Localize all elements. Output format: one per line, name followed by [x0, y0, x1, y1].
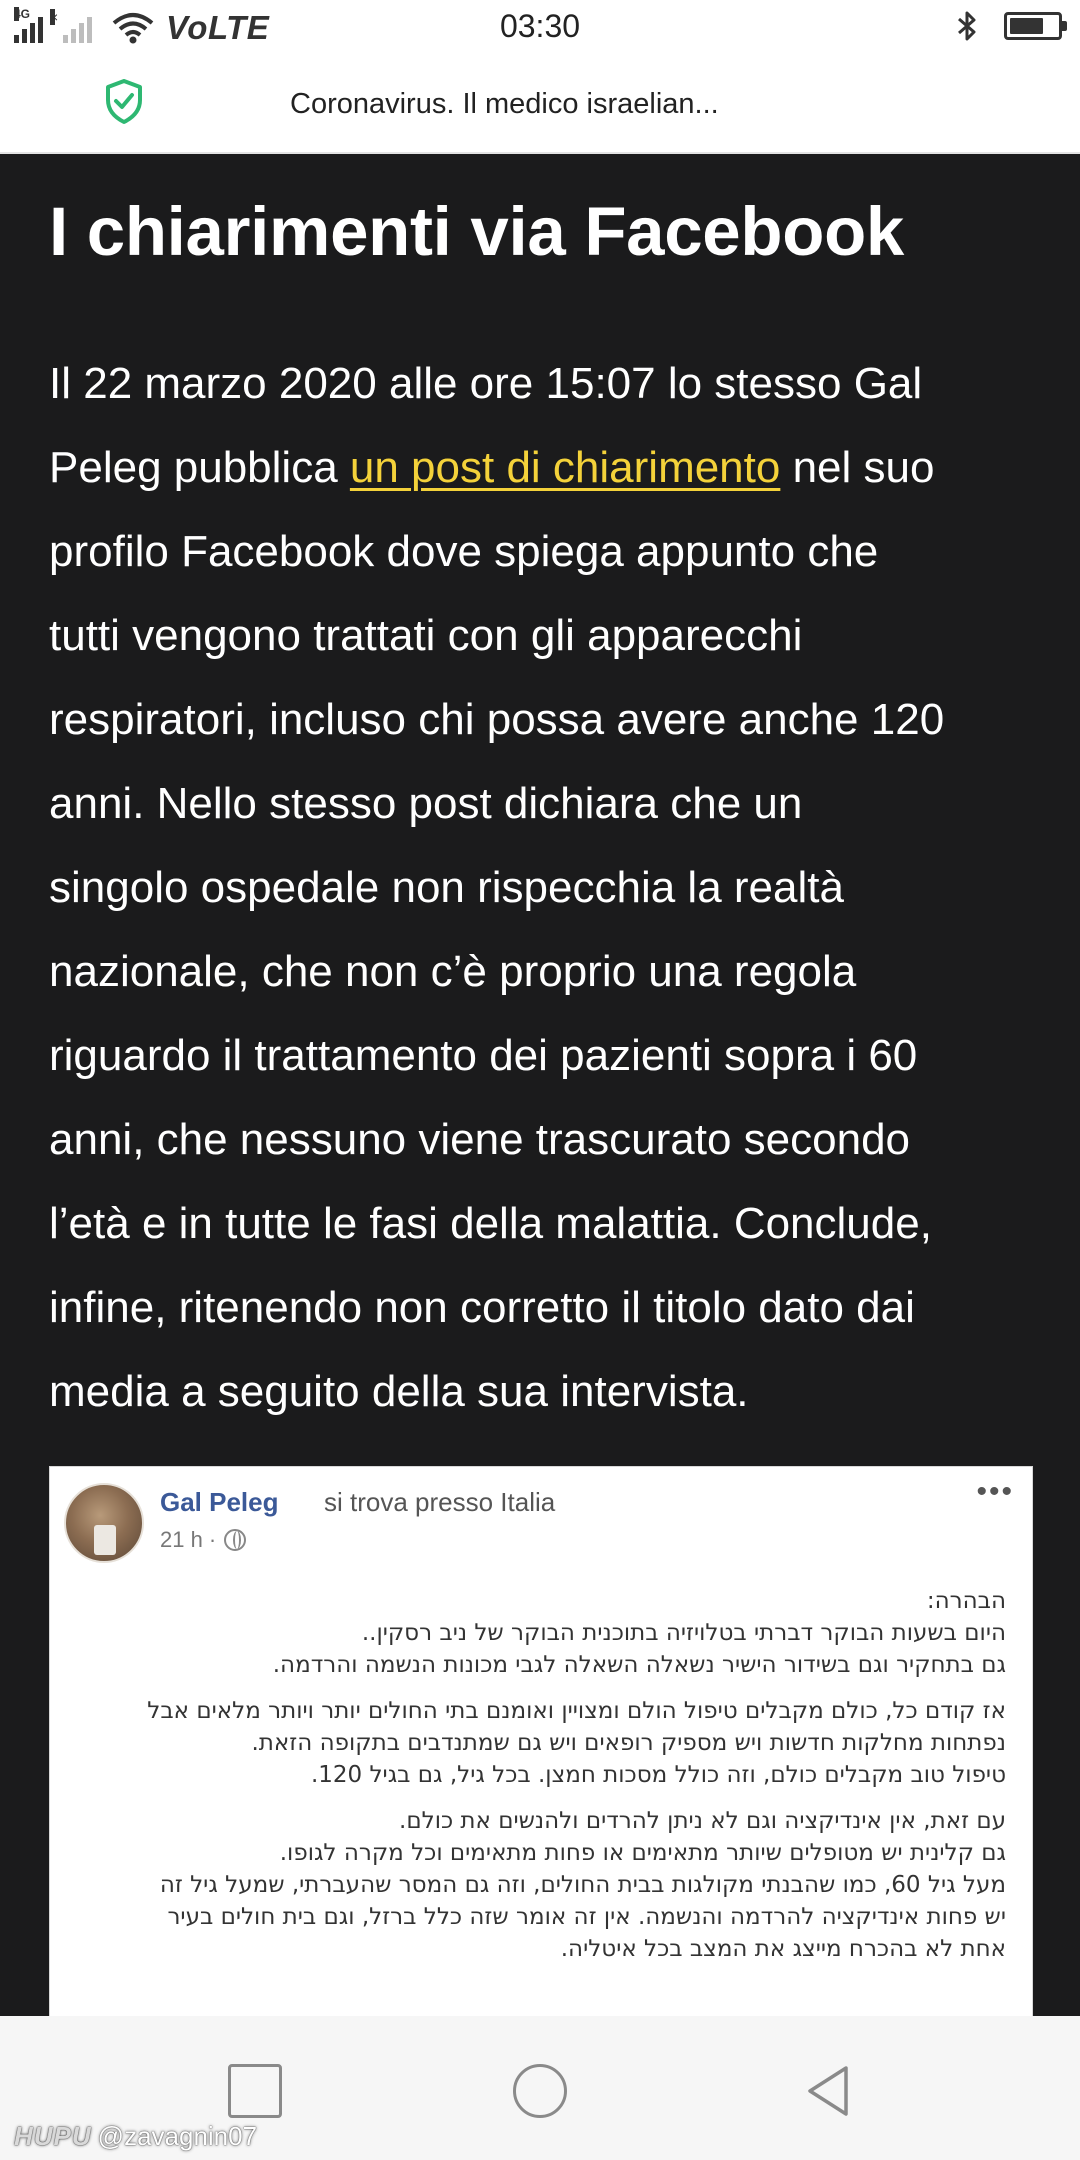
globe-icon [224, 1529, 247, 1551]
avatar [64, 1483, 144, 1563]
post-line: יש פחות אינדיקציה להרדמה והנשמה. אין זה … [167, 1904, 1006, 1930]
post-timestamp: 21 h · [160, 1527, 247, 1553]
paragraph-line: Peleg pubblica un post di chiarimento ne… [49, 426, 1049, 510]
paragraph-line: Il 22 marzo 2020 alle ore 15:07 lo stess… [49, 359, 923, 408]
post-line: גם בתחקיר וגם בשידור הישיר נשאלה השאלה ל… [272, 1652, 1006, 1678]
post-line: גם קלינית יש מטופלים שיותר מתאימים או פח… [279, 1840, 1006, 1866]
post-line: נפתחות מחלקות חדשות ויש מספיק רופאים ויש… [251, 1730, 1007, 1756]
status-icons-right [956, 10, 1067, 42]
battery-level [1010, 18, 1043, 34]
post-line: היום בשעות הבוקר דברתי בטלויזיה בתוכנית … [361, 1620, 1006, 1646]
article-content: I chiarimenti via Facebook Il 22 marzo 2… [0, 154, 1080, 2016]
post-line: מעל גיל 60, כמו שהבנתי מקולגות בבית החול… [159, 1872, 1006, 1898]
status-time: 03:30 [499, 8, 581, 44]
paragraph-line: nazionale, che non c’è proprio una regol… [49, 947, 857, 996]
browser-address-bar[interactable]: Coronavirus. Il medico israelian... [0, 56, 1080, 154]
line-text: Peleg pubblica [49, 443, 350, 492]
post-body: הבהרה: היום בשעות הבוקר דברתי בטלויזיה ב… [66, 1585, 1006, 1979]
back-button[interactable] [802, 2064, 856, 2118]
watermark-handle: @zavagnin07 [97, 2121, 258, 2151]
recent-apps-button[interactable] [228, 2064, 282, 2118]
paragraph-line: infine, ritenendo non corretto il titolo… [49, 1283, 915, 1332]
status-bar: 4G × VoLTE 03:30 [0, 0, 1080, 56]
post-line: אחת לא בהכרח מייצג את המצב בכל איטליה. [560, 1936, 1006, 1962]
post-location: si trova presso Italia [324, 1487, 556, 1517]
home-button[interactable] [513, 2064, 567, 2118]
post-paragraph: עם זאת, אין אינדיקציה וגם לא ניתן להרדים… [66, 1805, 1006, 1965]
post-line: טיפול טוב מקבלים כולם, וזה כולל מסכות חמ… [310, 1762, 1006, 1788]
watermark-logo: HUPU [14, 2121, 92, 2151]
bluetooth-icon [958, 11, 976, 41]
post-author: Gal Peleg [160, 1487, 279, 1517]
post-line: עם זאת, אין אינדיקציה וגם לא ניתן להרדים… [399, 1808, 1006, 1834]
secure-shield-icon[interactable] [104, 78, 144, 126]
more-options-icon: ••• [976, 1475, 1014, 1508]
post-line: אז קודם כל, כולם מקבלים טיפול הולם ומצוי… [147, 1698, 1006, 1724]
post-line: הבהרה: [926, 1588, 1006, 1614]
paragraph-line: profilo Facebook dove spiega appunto che [49, 527, 879, 576]
line-text: nel suo [780, 443, 935, 492]
battery-icon [1004, 12, 1067, 40]
paragraph-line: singolo ospedale non rispecchia la realt… [49, 863, 844, 912]
paragraph-line: anni. Nello stesso post dichiara che un [49, 779, 803, 828]
paragraph-line: anni, che nessuno viene trascurato secon… [49, 1115, 911, 1164]
page-title[interactable]: Coronavirus. Il medico israelian... [290, 88, 719, 121]
clarification-post-link[interactable]: un post di chiarimento [350, 443, 780, 492]
watermark: HUPU @zavagnin07 [14, 2121, 257, 2152]
post-paragraph: הבהרה: היום בשעות הבוקר דברתי בטלויזיה ב… [66, 1585, 1006, 1681]
post-time: 21 h · [160, 1527, 217, 1552]
post-paragraph: אז קודם כל, כולם מקבלים טיפול הולם ומצוי… [66, 1695, 1006, 1791]
article-heading: I chiarimenti via Facebook [49, 193, 905, 270]
paragraph-line: respiratori, incluso chi possa avere anc… [49, 695, 945, 744]
paragraph-line: tutti vengono trattati con gli apparecch… [49, 611, 803, 660]
facebook-post-screenshot: Gal Peleg si trova presso Italia 21 h · … [49, 1466, 1033, 2016]
article-paragraph: Il 22 marzo 2020 alle ore 15:07 lo stess… [49, 342, 1049, 1434]
paragraph-line: riguardo il trattamento dei pazienti sop… [49, 1031, 918, 1080]
system-navigation-bar: HUPU @zavagnin07 [0, 2016, 1080, 2160]
paragraph-line: l’età e in tutte le fasi della malattia.… [49, 1199, 932, 1248]
paragraph-line: media a seguito della sua intervista. [49, 1367, 749, 1416]
